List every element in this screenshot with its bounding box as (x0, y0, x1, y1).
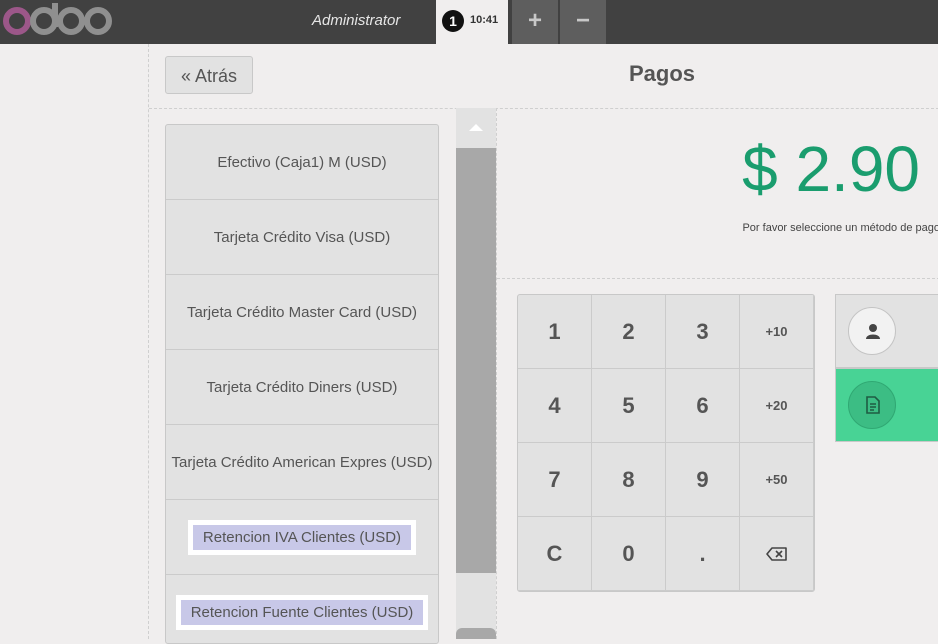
numpad-key-plus10[interactable]: +10 (740, 295, 814, 369)
numpad-key-plus20[interactable]: +20 (740, 369, 814, 443)
payment-method[interactable]: Retencion IVA Clientes (USD) (166, 500, 438, 575)
payment-method[interactable]: Tarjeta Crédito Visa (USD) (166, 200, 438, 275)
invoice-button[interactable] (835, 368, 938, 442)
remove-order-button[interactable]: − (560, 0, 606, 44)
numpad-key-6[interactable]: 6 (666, 369, 740, 443)
numpad-key-plus50[interactable]: +50 (740, 443, 814, 517)
payment-method[interactable]: Tarjeta Crédito Master Card (USD) (166, 275, 438, 350)
odoo-logo (3, 3, 112, 35)
numpad-key-2[interactable]: 2 (592, 295, 666, 369)
payment-header: « Atrás Pagos (149, 44, 938, 109)
amount-due-area: $ 2.90 Por favor seleccione un método de… (497, 108, 938, 279)
numpad-key-5[interactable]: 5 (592, 369, 666, 443)
order-number-badge: 1 (442, 10, 464, 32)
payment-method-label: Tarjeta Crédito American Expres (USD) (171, 453, 433, 471)
customer-circle (848, 307, 896, 355)
payment-method[interactable]: Tarjeta Crédito Diners (USD) (166, 350, 438, 425)
numpad-key-1[interactable]: 1 (518, 295, 592, 369)
payment-side-buttons (835, 294, 938, 444)
payment-method[interactable]: Retencion Fuente Clientes (USD) (166, 575, 438, 643)
numpad-key-9[interactable]: 9 (666, 443, 740, 517)
payment-method[interactable]: Efectivo (Caja1) M (USD) (166, 125, 438, 200)
select-method-hint: Por favor seleccione un método de pago (742, 222, 938, 234)
scroll-thumb[interactable] (456, 148, 496, 573)
customer-button[interactable] (835, 294, 938, 368)
payment-method-label: Tarjeta Crédito Visa (USD) (213, 228, 391, 246)
payment-method-label: Retencion IVA Clientes (USD) (187, 519, 417, 555)
top-bar: Administrator 1 10:41 + − (0, 0, 938, 44)
numpad-key-4[interactable]: 4 (518, 369, 592, 443)
page-title: Pagos (629, 61, 696, 86)
numpad-key-dot[interactable]: . (666, 517, 740, 591)
user-icon (866, 324, 880, 339)
numpad-key-8[interactable]: 8 (592, 443, 666, 517)
order-tab[interactable]: 1 10:41 (436, 0, 508, 44)
invoice-icon (866, 396, 880, 414)
numpad-key-7[interactable]: 7 (518, 443, 592, 517)
numpad-key-3[interactable]: 3 (666, 295, 740, 369)
order-time: 10:41 (470, 14, 499, 26)
payment-method-label: Efectivo (Caja1) M (USD) (217, 153, 387, 171)
numpad-key-clear[interactable]: C (518, 517, 592, 591)
payment-method[interactable]: Tarjeta Crédito American Expres (USD) (166, 425, 438, 500)
payment-method-label: Retencion Fuente Clientes (USD) (175, 594, 429, 630)
payment-methods-list: Efectivo (Caja1) M (USD) Tarjeta Crédito… (165, 124, 439, 644)
numpad: 1 2 3 +10 4 5 6 +20 7 8 9 +50 C 0 . (517, 294, 815, 592)
payment-screen: « Atrás Pagos Efectivo (Caja1) M (USD) T… (148, 44, 938, 644)
scroll-up-icon[interactable] (456, 108, 496, 148)
payment-right-panel: $ 2.90 Por favor seleccione un método de… (496, 108, 938, 639)
username: Administrator (312, 12, 401, 29)
backspace-icon (765, 546, 787, 561)
add-order-button[interactable]: + (512, 0, 558, 44)
numpad-key-0[interactable]: 0 (592, 517, 666, 591)
scroll-down-button[interactable] (456, 628, 496, 639)
amount-due: $ 2.90 (742, 133, 920, 205)
backspace-button[interactable] (740, 517, 814, 591)
payment-method-label: Tarjeta Crédito Diners (USD) (206, 378, 398, 396)
invoice-circle (848, 381, 896, 429)
payment-method-label: Tarjeta Crédito Master Card (USD) (186, 303, 418, 321)
methods-scrollbar[interactable] (456, 108, 496, 639)
back-button[interactable]: « Atrás (165, 56, 253, 94)
